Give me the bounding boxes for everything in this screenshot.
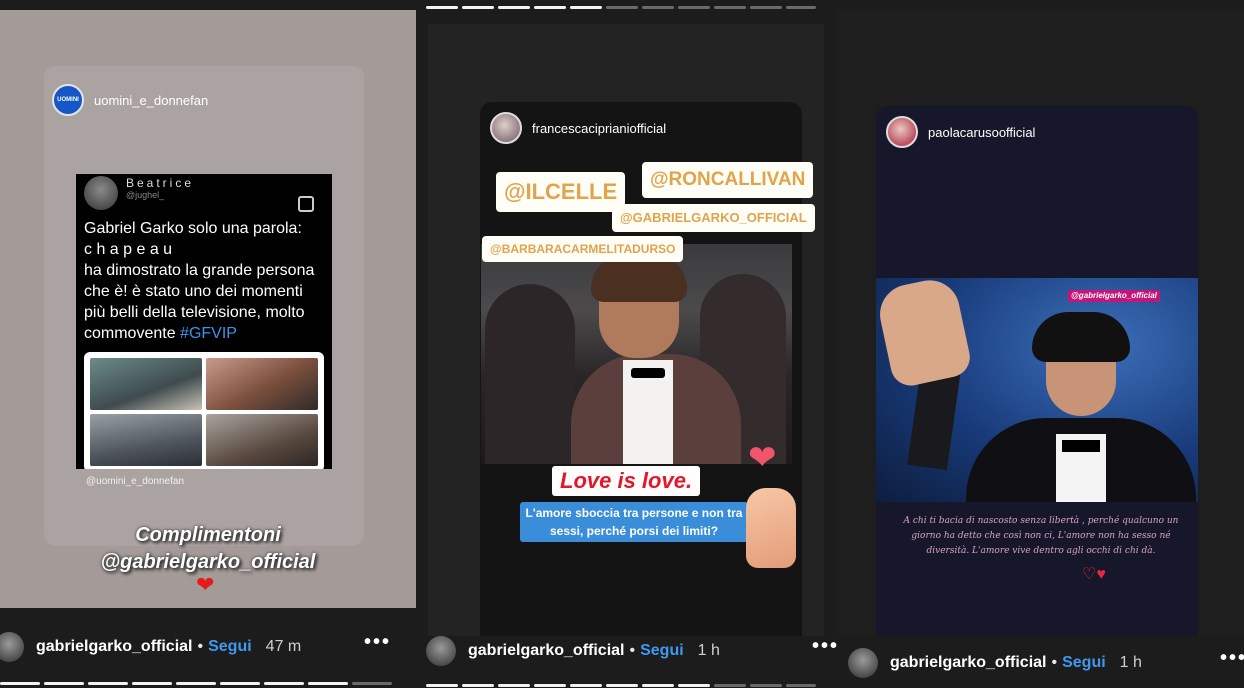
tweet-photo (206, 414, 318, 466)
reshared-username[interactable]: paolacarusoofficial (928, 125, 1035, 140)
more-options-icon[interactable]: ••• (1220, 647, 1244, 670)
reshared-post-header[interactable]: UOMINI uomini_e_donnefan (52, 84, 208, 116)
tweet-photo (90, 358, 202, 410)
tweet-author-name: Beatrice (126, 176, 195, 190)
bowtie-icon (631, 368, 665, 378)
francesca-avatar[interactable] (490, 112, 522, 144)
quote-text: A chi ti bacia di nascosto senza libertà… (903, 516, 1179, 556)
separator-dot: • (197, 638, 204, 655)
post-time: 1 h (1119, 654, 1142, 671)
author-avatar[interactable] (0, 632, 24, 662)
mention-sticker[interactable]: @gabrielgarko_official (1068, 290, 1160, 302)
hearts-sticker-icon: ♡♥ (1082, 566, 1106, 583)
author-username[interactable]: gabrielgarko_official (890, 654, 1047, 672)
tweet-photo-grid (84, 352, 324, 469)
tweet-photo (90, 414, 202, 466)
author-username[interactable]: gabrielgarko_official (468, 642, 625, 660)
story-progress-bar (426, 6, 816, 9)
more-options-icon[interactable]: ••• (812, 635, 839, 658)
tweet-author-handle: @jughel_ (126, 190, 165, 200)
follow-button[interactable]: Segui (1062, 654, 1106, 672)
post-time: 1 h (697, 642, 720, 659)
follow-button[interactable]: Segui (640, 642, 684, 660)
story-footer: gabrielgarko_official • Segui 1 h (426, 636, 720, 666)
reshared-username[interactable]: francescaciprianiofficial (532, 121, 666, 136)
mention-sticker[interactable]: @GABRIELGARKO_OFFICIAL (612, 204, 815, 232)
love-is-love-text: Love is love. (552, 466, 701, 496)
hand-gif-sticker (746, 488, 796, 568)
mention-sticker[interactable]: @RONCALLIVAN (642, 162, 814, 198)
story-progress-bar (0, 682, 392, 685)
author-avatar[interactable] (426, 636, 456, 666)
mention-sticker[interactable]: @BARBARACARMELITADURSO (482, 236, 684, 262)
tweet-screenshot: Beatrice @jughel_ Gabriel Garko solo una… (76, 174, 332, 469)
tweet-text: Gabriel Garko solo una parola: c h a p e… (84, 220, 315, 342)
story-caption: Complimentoni @gabrielgarko_official (0, 522, 416, 576)
separator-dot: • (1051, 654, 1058, 671)
copy-icon (298, 196, 314, 212)
stories-viewer: UOMINI uomini_e_donnefan Beatrice @jughe… (0, 0, 1244, 688)
story-footer: gabrielgarko_official • Segui 47 m (0, 632, 301, 662)
post-credit: @uomini_e_donnefan (86, 476, 185, 487)
story-footer: gabrielgarko_official • Segui 1 h (848, 648, 1142, 678)
more-options-icon[interactable]: ••• (364, 631, 391, 654)
paola-avatar[interactable] (886, 116, 918, 148)
author-username[interactable]: gabrielgarko_official (36, 638, 193, 656)
reshared-username[interactable]: uomini_e_donnefan (94, 93, 208, 108)
author-avatar[interactable] (848, 648, 878, 678)
story-progress-bar (426, 684, 816, 687)
tweet-hashtag: #GFVIP (180, 325, 237, 342)
reshared-story-header[interactable]: francescaciprianiofficial (490, 112, 666, 144)
post-time: 47 m (265, 638, 302, 655)
heart-gif-icon: ❤ (748, 439, 777, 477)
heart-sticker-icon: ❤ (196, 572, 215, 597)
story-caption: L'amore sboccia tra persone e non tra se… (520, 502, 748, 542)
bowtie-icon (1062, 440, 1100, 452)
red-carpet-photo (481, 244, 792, 464)
waving-man-photo (876, 278, 1198, 502)
separator-dot: • (629, 642, 636, 659)
tweet-photo (206, 358, 318, 410)
mention-sticker[interactable]: @ILCELLE (496, 172, 626, 212)
uomini-donne-avatar[interactable]: UOMINI (52, 84, 84, 116)
tweet-avatar (84, 176, 118, 210)
reshared-story-header[interactable]: paolacarusoofficial (886, 116, 1035, 148)
follow-button[interactable]: Segui (208, 638, 252, 656)
